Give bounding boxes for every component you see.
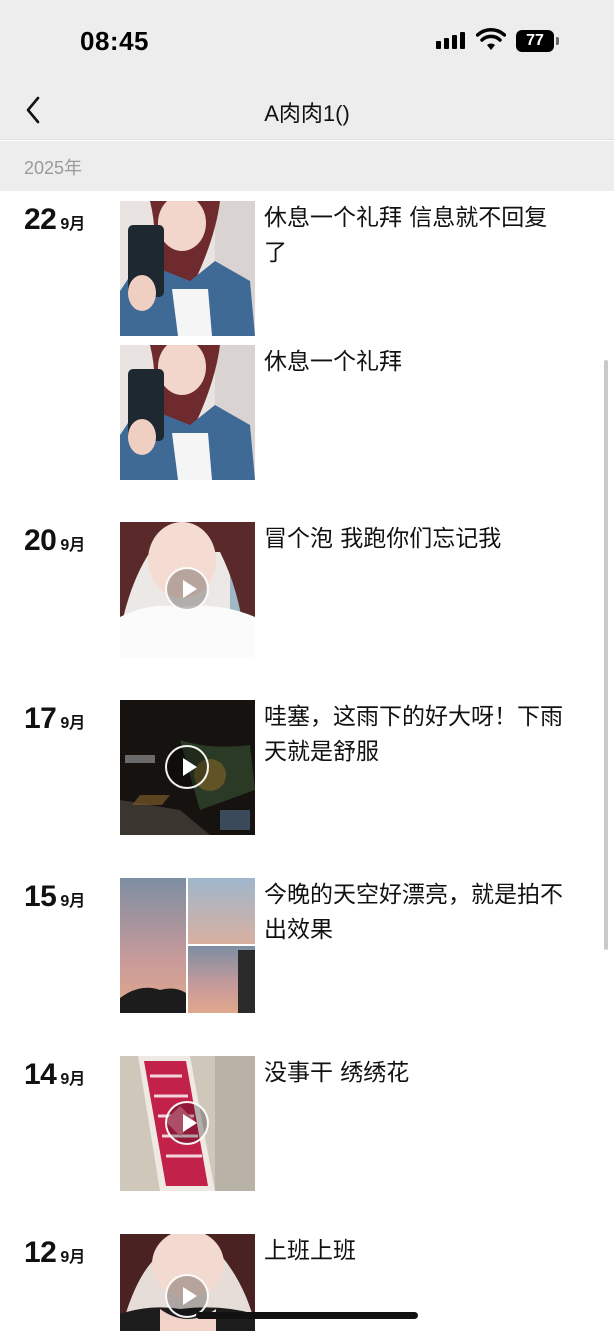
post-month: 9月 (60, 537, 86, 554)
post-thumbnail[interactable] (120, 345, 255, 480)
post-date: 15 9月 (24, 880, 85, 914)
post-month: 9月 (60, 1249, 86, 1266)
battery-icon: 77 (516, 30, 554, 52)
wifi-icon (476, 28, 506, 50)
post-day: 22 (24, 203, 57, 236)
post-date: 12 9月 (24, 1236, 85, 1270)
page-title: A肉肉1() (264, 101, 350, 126)
post-month: 9月 (60, 715, 86, 732)
post-caption: 哇塞，这雨下的好大呀！下雨天就是舒服 (264, 704, 563, 765)
battery-tip (556, 37, 559, 45)
post-month: 9月 (60, 216, 86, 233)
post-day: 20 (24, 524, 57, 557)
post-date: 17 9月 (24, 702, 85, 736)
post-thumbnail[interactable] (120, 700, 255, 835)
post-day: 15 (24, 880, 57, 913)
post-thumbnail[interactable] (120, 522, 255, 657)
post-caption: 上班上班 (264, 1238, 356, 1264)
nav-bar: A肉肉1() (0, 80, 614, 140)
post-caption: 今晚的天空好漂亮，就是拍不出效果 (264, 882, 563, 943)
year-header: 2025年 (0, 141, 614, 191)
home-indicator[interactable] (196, 1312, 418, 1319)
post-thumbnail[interactable] (120, 878, 255, 1013)
year-label: 2025年 (24, 158, 83, 178)
post-thumbnail[interactable] (120, 201, 255, 336)
post-caption: 休息一个礼拜 (264, 349, 402, 375)
status-bar: 08:45 77 (0, 0, 614, 80)
signal-icon (436, 32, 465, 49)
play-icon[interactable] (165, 1101, 209, 1145)
play-icon[interactable] (165, 745, 209, 789)
post-date: 20 9月 (24, 524, 85, 558)
post-day: 17 (24, 702, 57, 735)
post-caption: 冒个泡 我跑你们忘记我 (264, 526, 502, 552)
post-date: 14 9月 (24, 1058, 85, 1092)
post-month: 9月 (60, 893, 86, 910)
post-month: 9月 (60, 1071, 86, 1088)
scrollbar[interactable] (604, 360, 608, 950)
post-day: 14 (24, 1058, 57, 1091)
status-time: 08:45 (80, 26, 149, 56)
post-caption: 休息一个礼拜 信息就不回复了 (264, 205, 548, 266)
post-thumbnail[interactable] (120, 1056, 255, 1191)
post-caption: 没事干 绣绣花 (264, 1060, 410, 1086)
post-day: 12 (24, 1236, 57, 1269)
post-date: 22 9月 (24, 203, 85, 237)
play-icon[interactable] (165, 567, 209, 611)
